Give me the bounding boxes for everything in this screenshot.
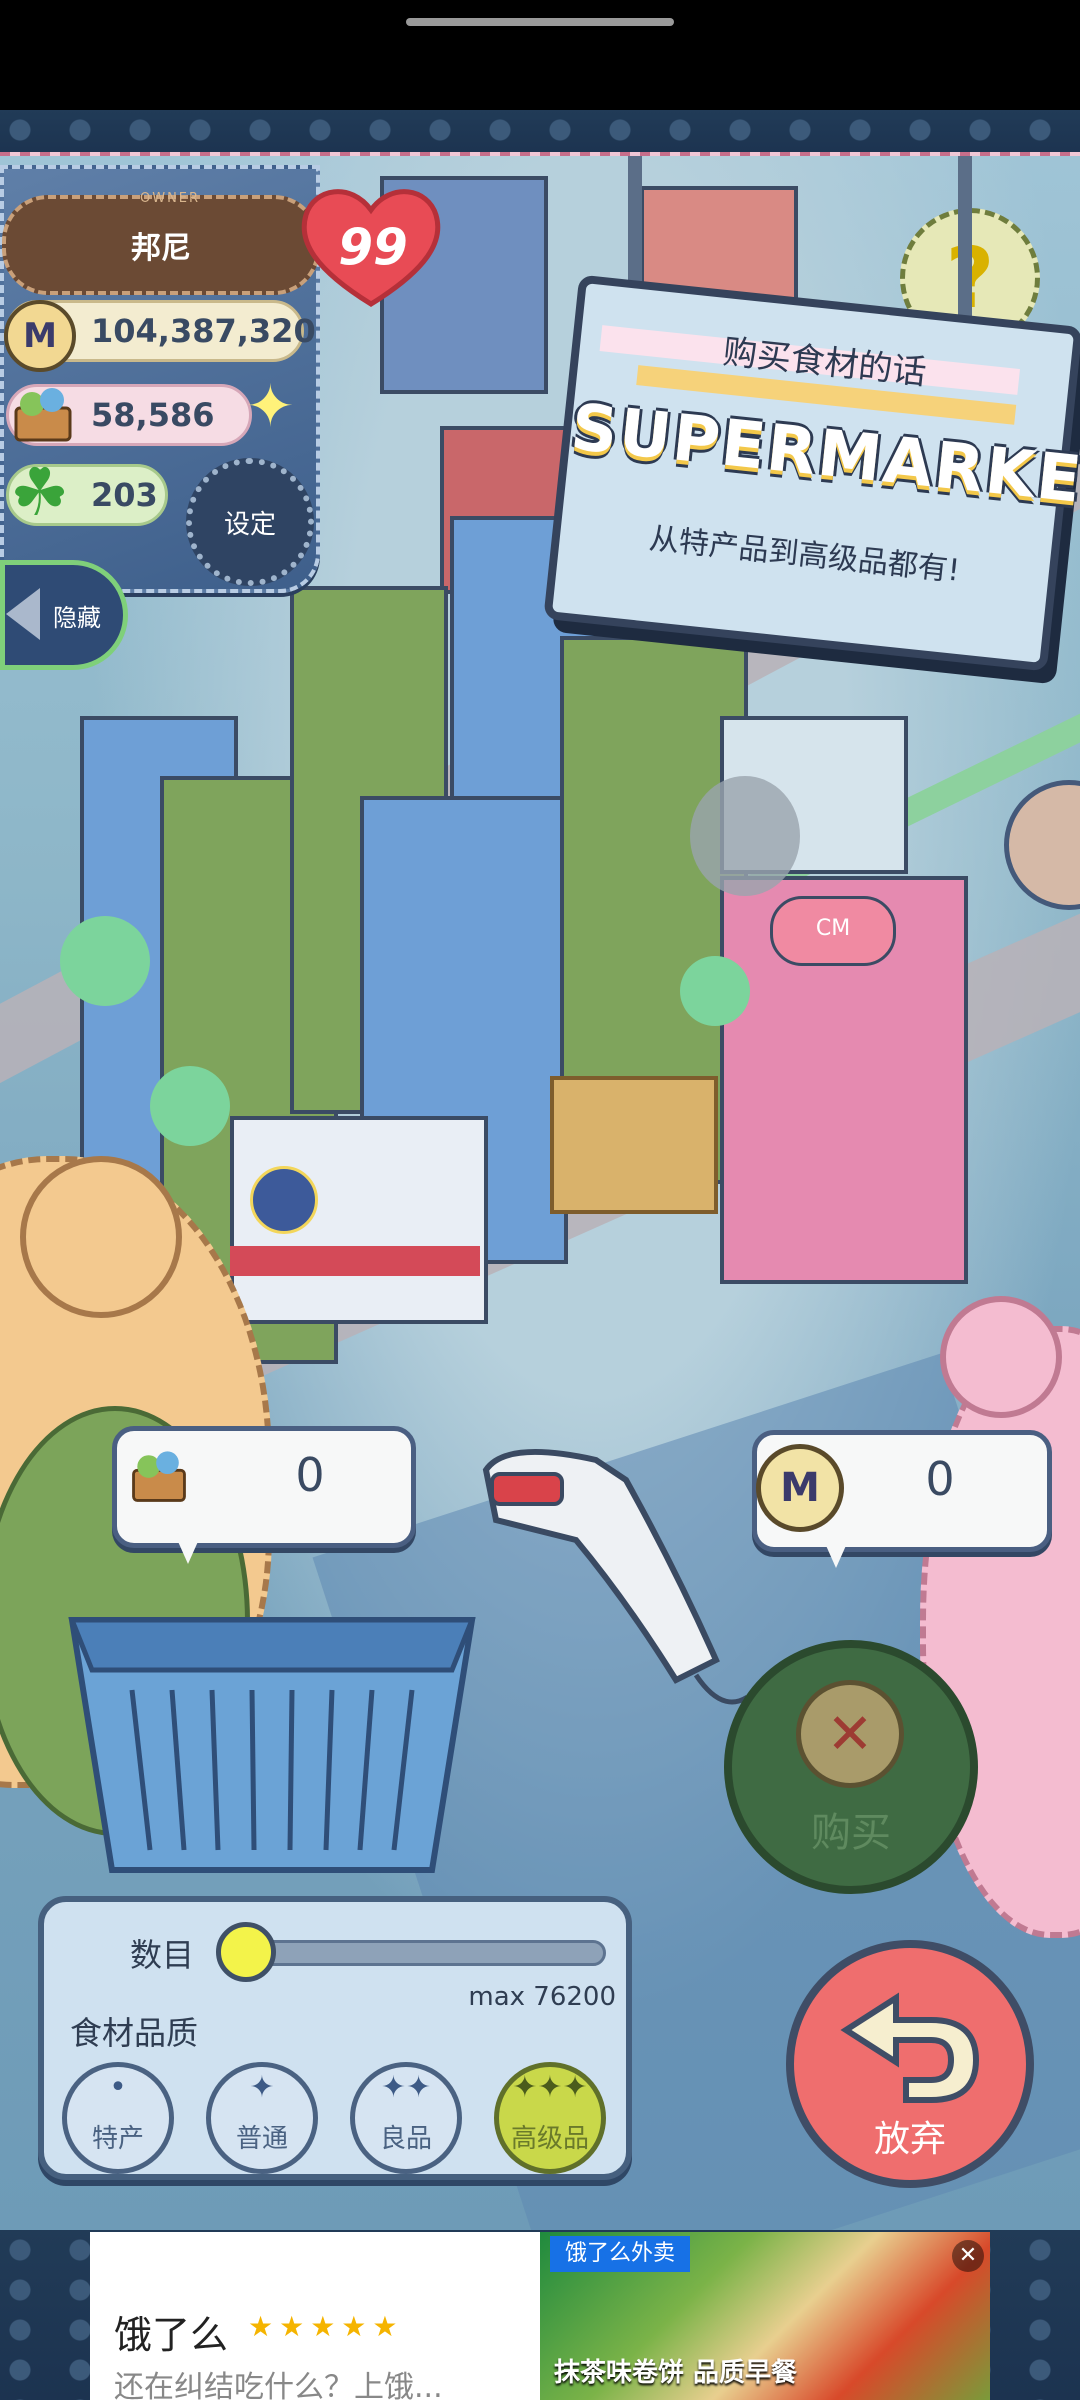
ad-brand-logo: 饿了么外卖 (550, 2236, 690, 2272)
food-value: 58,586 (91, 396, 215, 434)
ad-description: 还在纠结吃什么？上饿... (114, 2370, 443, 2400)
quality-option-label: 良品 (379, 2124, 432, 2154)
close-icon[interactable]: ✕ (952, 2240, 984, 2272)
ad-banner[interactable]: 饿了么 ★★★★★ 还在纠结吃什么？上饿... 饿了么外卖 抹茶味卷饼 品质早餐… (90, 2232, 990, 2400)
supermarket-sign: 购买食材的话 SUPERMARKET 从特产品到高级品都有! (543, 274, 1080, 672)
top-star-band (0, 110, 1080, 156)
price-value: 0 (925, 1452, 955, 1506)
coin-symbol: M (780, 1465, 820, 1511)
quantity-slider-handle[interactable] (216, 1922, 276, 1982)
barcode-scanner (482, 1449, 746, 1705)
quantity-max: max 76200 (468, 1982, 616, 2012)
basket-count: 0 (295, 1448, 325, 1502)
dot-icon: • (109, 2070, 127, 2105)
tree (150, 1066, 230, 1146)
coin-symbol: M (23, 316, 57, 356)
bear-ear (20, 1156, 182, 1318)
ad-rating-stars: ★★★★★ (248, 2310, 404, 2343)
double-diamond-icon: ✦✦ (380, 2070, 432, 2105)
buy-label: 购买 (811, 1810, 891, 1856)
hide-label: 隐藏 (53, 603, 101, 632)
owner-name-tag: 邦尼 (2, 195, 320, 295)
status-bar (0, 0, 1080, 110)
coin-icon: M (756, 1444, 844, 1532)
bubble-tail (172, 1528, 204, 1564)
hourglass-icon (250, 1166, 318, 1234)
diamond-icon: ✦ (249, 2070, 275, 2105)
satellite-dish (690, 776, 800, 896)
triple-diamond-icon: ✦✦✦ (512, 2070, 588, 2105)
tree (680, 956, 750, 1026)
shopping-basket (68, 1617, 476, 1873)
ad-image[interactable]: 饿了么外卖 抹茶味卷饼 品质早餐 (540, 2232, 990, 2400)
quality-option-label: 高级品 (510, 2124, 589, 2154)
x-icon: ✕ (796, 1680, 904, 1788)
owner-name: 邦尼 (131, 231, 191, 266)
sparkle-icon: ✦ (246, 372, 295, 440)
clover-icon: ☘ (10, 454, 70, 531)
basket-icon (14, 388, 72, 442)
owner-caption: OWNER (140, 191, 201, 206)
bubble-tail (820, 1532, 852, 1568)
bear-ear (940, 1296, 1062, 1418)
sign-caption: 从特产品到高级品都有! (647, 521, 962, 589)
quality-option-label: 普通 (235, 2124, 288, 2154)
gesture-handle (406, 18, 674, 26)
ad-title: 饿了么 (114, 2313, 229, 2357)
settings-label: 设定 (223, 509, 276, 540)
cardboard-box (550, 1076, 718, 1214)
quantity-label: 数目 (130, 1936, 195, 1974)
money-value: 104,387,320 (91, 312, 316, 350)
ad-image-caption: 抹茶味卷饼 品质早餐 (554, 2358, 798, 2388)
arrow-left-icon (6, 588, 40, 640)
return-arrow-icon (840, 1992, 980, 2103)
clover-value: 203 (91, 476, 158, 514)
cancel-label: 放弃 (873, 2119, 946, 2160)
basket-icon (132, 1451, 186, 1502)
settings-button[interactable]: 设定 (186, 458, 314, 586)
cm-logo: CM (770, 896, 896, 966)
quantity-slider[interactable] (230, 1940, 606, 1966)
quality-label: 食材品质 (70, 2014, 199, 2052)
quality-option-label: 特产 (91, 2124, 144, 2154)
level-value: 99 (338, 218, 408, 276)
tree (60, 916, 150, 1006)
supermarket-awning (230, 1246, 480, 1276)
